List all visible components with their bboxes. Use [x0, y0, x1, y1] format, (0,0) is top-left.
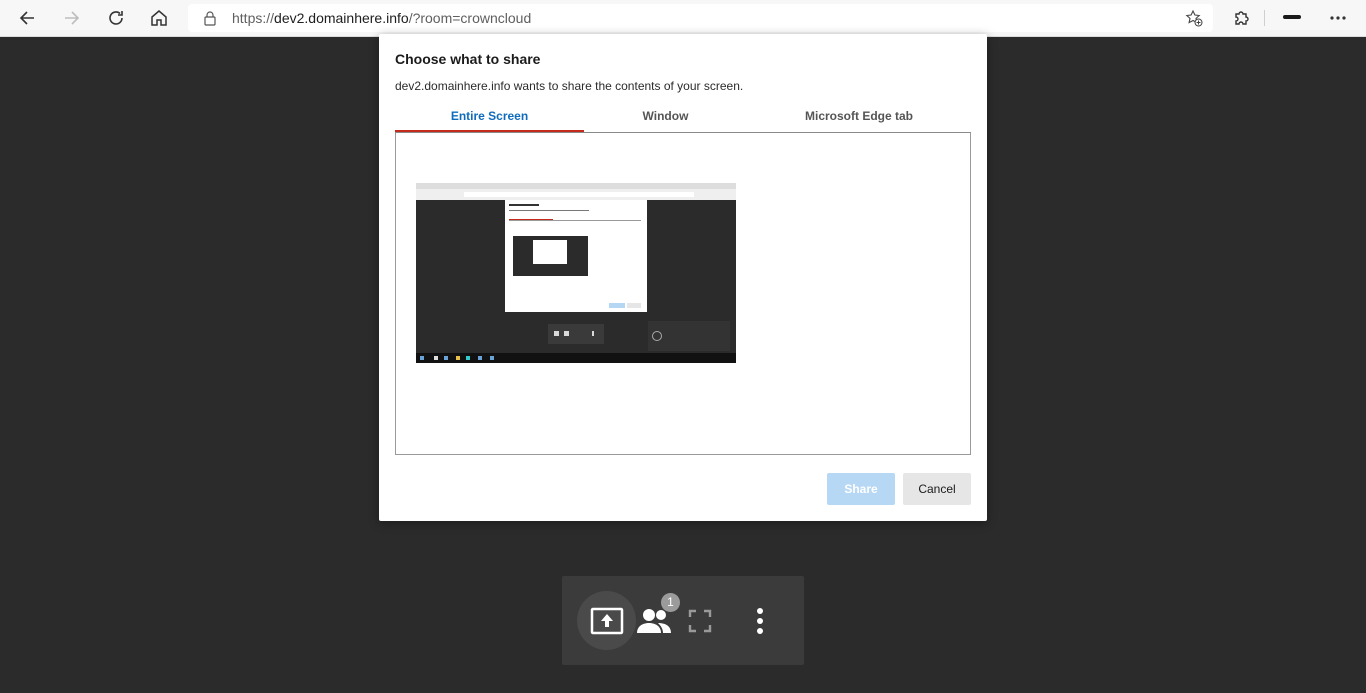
- refresh-icon: [109, 11, 123, 25]
- thumbnail-share-button: [609, 303, 625, 308]
- thumbnail-dialog: [505, 200, 647, 312]
- thumbnail-tab-strip: [416, 183, 736, 189]
- browser-toolbar: https://dev2.domainhere.info/?room=crown…: [0, 0, 1366, 37]
- home-icon: [151, 10, 167, 26]
- thumbnail-cancel-button: [627, 303, 641, 308]
- cancel-button[interactable]: Cancel: [903, 473, 971, 505]
- thumbnail-control: [592, 331, 594, 336]
- thumbnail-notification: [648, 321, 730, 351]
- profile-button[interactable]: [1283, 15, 1301, 19]
- share-button[interactable]: Share: [827, 473, 895, 505]
- thumbnail-control-bar: [548, 324, 604, 344]
- thumbnail-address-bar: [464, 192, 694, 197]
- back-button[interactable]: [13, 4, 43, 32]
- more-icon: [1330, 16, 1346, 20]
- thumbnail-taskbar-item: [434, 356, 438, 360]
- add-favorite-icon[interactable]: [1185, 9, 1203, 27]
- thumbnail-taskbar-item: [490, 356, 494, 360]
- thumbnail-line: [509, 204, 539, 206]
- thumbnail-taskbar-item: [456, 356, 460, 360]
- settings-more-button[interactable]: [1323, 4, 1353, 32]
- thumbnail-nested-dialog: [533, 240, 567, 264]
- dialog-title: Choose what to share: [395, 51, 541, 67]
- thumbnail-control: [564, 331, 569, 336]
- entire-screen-thumbnail[interactable]: [416, 183, 736, 363]
- share-dialog: Choose what to share dev2.domainhere.inf…: [379, 34, 987, 521]
- forward-button[interactable]: [56, 4, 86, 32]
- thumbnail-taskbar-item: [466, 356, 470, 360]
- meeting-control-bar: 1: [562, 576, 804, 665]
- refresh-button[interactable]: [101, 4, 131, 32]
- thumbnail-taskbar-item: [444, 356, 448, 360]
- tab-window[interactable]: Window: [584, 101, 747, 132]
- home-button[interactable]: [144, 4, 174, 32]
- screen-list-panel: [395, 133, 971, 455]
- forward-icon: [65, 11, 80, 25]
- thumbnail-nested-screen: [513, 236, 588, 276]
- participant-count-badge: 1: [661, 593, 680, 612]
- screen-share-button[interactable]: [577, 591, 636, 650]
- dialog-subtitle: dev2.domainhere.info wants to share the …: [395, 79, 744, 93]
- thumbnail-notification-icon: [652, 331, 662, 341]
- thumbnail-line: [509, 210, 589, 211]
- thumbnail-taskbar-item: [420, 356, 424, 360]
- tab-entire-screen[interactable]: Entire Screen: [395, 101, 584, 132]
- url-scheme: https://: [232, 10, 275, 26]
- back-icon: [19, 11, 34, 25]
- thumbnail-taskbar: [416, 353, 736, 363]
- thumbnail-line: [509, 220, 641, 221]
- extensions-button[interactable]: [1226, 4, 1256, 32]
- fullscreen-icon[interactable]: [688, 609, 712, 633]
- lock-icon[interactable]: [202, 10, 218, 26]
- more-options-icon[interactable]: [748, 607, 772, 635]
- toolbar-separator: [1264, 10, 1265, 26]
- thumbnail-taskbar-item: [478, 356, 482, 360]
- url-text: https://dev2.domainhere.info/?room=crown…: [232, 10, 531, 26]
- screen-share-icon: [590, 607, 623, 634]
- tab-edge-tab[interactable]: Microsoft Edge tab: [747, 101, 971, 132]
- extensions-icon: [1235, 11, 1249, 25]
- address-bar[interactable]: https://dev2.domainhere.info/?room=crown…: [188, 4, 1213, 32]
- thumbnail-control: [554, 331, 559, 336]
- share-tabs: Entire Screen Window Microsoft Edge tab: [395, 101, 971, 133]
- url-path: /?room=crowncloud: [408, 10, 532, 26]
- url-host: dev2.domainhere.info: [274, 10, 409, 26]
